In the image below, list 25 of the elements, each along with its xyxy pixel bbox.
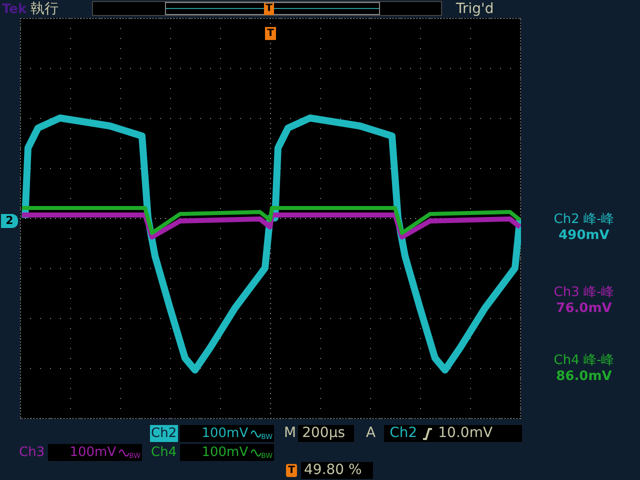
- bandwidth-wave-icon: [251, 448, 262, 458]
- trigger-position-value: 49.80 %: [301, 462, 373, 479]
- trigger-position-icon: T: [286, 464, 297, 477]
- rising-edge-icon: [423, 428, 432, 440]
- timebase-value: 200µs: [298, 425, 354, 442]
- measurement-value: 76.0mV: [556, 301, 612, 317]
- trigger-readout: Ch2 10.0mV: [384, 425, 522, 442]
- bandwidth-wave-icon: [251, 428, 262, 438]
- run-status: 執行: [30, 2, 59, 16]
- channel-label: Ch3: [18, 444, 46, 461]
- measurement-label: Ch3 峰-峰: [554, 285, 614, 301]
- measurement-label: Ch4 峰-峰: [554, 353, 614, 369]
- trigger-marker: T: [264, 3, 274, 15]
- channel-label: Ch2: [150, 425, 178, 442]
- trigger-position-marker: T: [265, 27, 276, 40]
- trigger-label: A: [366, 425, 376, 442]
- channel-label: Ch4: [150, 444, 178, 461]
- measurement-value: 86.0mV: [556, 369, 612, 385]
- channel-ground-marker: 2: [1, 214, 18, 228]
- measurement-label: Ch2 峰-峰: [554, 212, 614, 228]
- measurement-value: 490mV: [558, 228, 610, 244]
- bandwidth-wave-icon: [119, 448, 130, 458]
- trigger-status: Trig'd: [456, 0, 494, 18]
- brand-logo: Tek: [2, 2, 27, 16]
- timebase-label: M: [284, 425, 296, 442]
